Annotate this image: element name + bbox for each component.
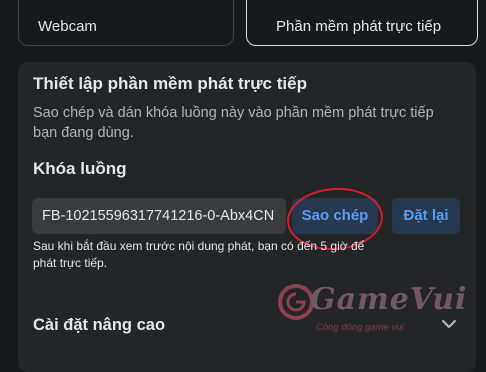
webcam-option[interactable]: Webcam xyxy=(18,0,234,46)
watermark: GameVui Cộng đồng game vui xyxy=(276,280,466,342)
reset-button[interactable]: Đặt lại xyxy=(392,198,460,234)
panel-description: Sao chép và dán khóa luồng này vào phần … xyxy=(33,105,434,141)
advanced-settings-label[interactable]: Cài đặt nâng cao xyxy=(33,316,165,335)
streaming-software-option[interactable]: Phần mềm phát trực tiếp xyxy=(246,0,478,46)
stream-key-field[interactable]: FB-10215596317741216-0-Abx4CN xyxy=(32,198,286,234)
panel-title: Thiết lập phần mềm phát trực tiếp xyxy=(33,74,307,93)
preview-note: Sau khi bắt đầu xem trước nội dung phát,… xyxy=(33,239,365,270)
webcam-option-label: Webcam xyxy=(38,18,97,35)
stream-key-label: Khóa luồng xyxy=(33,159,127,178)
copy-button[interactable]: Sao chép xyxy=(292,198,378,234)
source-selector: Webcam Phần mềm phát trực tiếp xyxy=(18,0,478,46)
streaming-software-option-label: Phần mềm phát trực tiếp xyxy=(276,18,442,35)
watermark-brand: GameVui xyxy=(310,282,468,317)
watermark-slogan: Cộng đồng game vui xyxy=(316,322,404,333)
